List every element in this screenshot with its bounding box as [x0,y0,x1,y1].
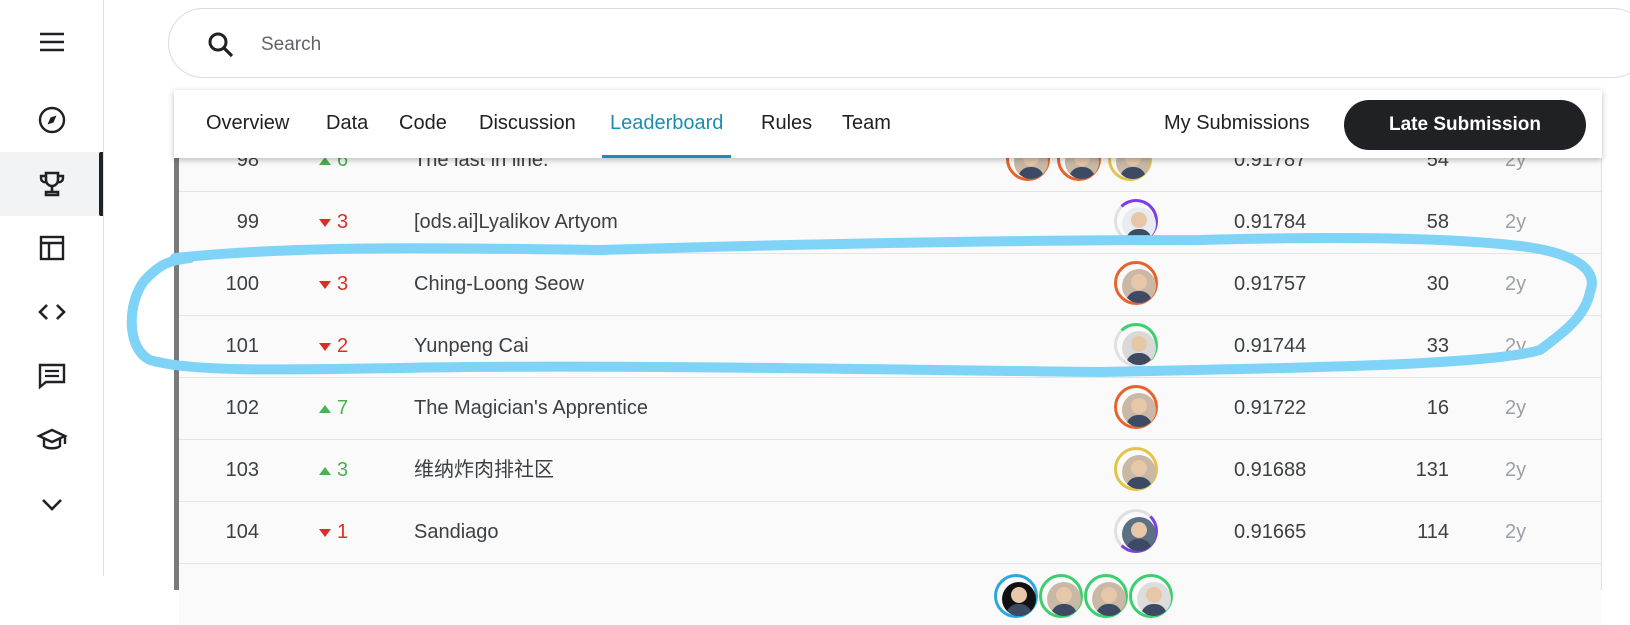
arrow-down-icon [319,218,331,227]
search-input[interactable] [259,27,863,63]
nav-more[interactable] [0,472,103,536]
nav-explore[interactable] [0,88,103,152]
table-row[interactable] [179,564,1601,625]
code-icon [37,304,66,320]
search-bar [168,8,1630,78]
competition-tabs: Overview Data Code Discussion Leaderboar… [174,90,1602,158]
last-submission: 2y [1505,211,1527,233]
rank-change: 1 [319,502,379,563]
arrow-up-icon [319,404,331,413]
tab-rules[interactable]: Rules [761,90,812,158]
arrow-down-icon [319,342,331,351]
rank: 104 [225,521,259,543]
entries: 33 [1426,335,1449,357]
table-icon [39,235,64,261]
last-submission: 2y [1505,459,1527,481]
avatar[interactable] [1114,509,1158,553]
my-submissions-link[interactable]: My Submissions [1164,90,1310,158]
entries: 58 [1426,211,1449,233]
score: 0.91744 [1234,335,1307,357]
tab-discussion[interactable]: Discussion [479,90,576,158]
table-row[interactable]: 101 2 Yunpeng Cai 0.91744 33 2y [179,316,1601,378]
nav-competitions[interactable] [0,152,103,216]
rank-change: 7 [319,378,379,439]
table-row[interactable]: 100 3 Ching-Loong Seow 0.91757 30 2y [179,254,1601,316]
table-row[interactable]: 104 1 Sandiago 0.91665 114 2y [179,502,1601,564]
tab-code[interactable]: Code [399,90,447,158]
search-icon [208,32,234,58]
trophy-icon [39,171,64,197]
team-name[interactable]: 维纳炸肉排社区 [414,440,1014,501]
rank-change: 2 [319,316,379,377]
avatar[interactable] [1114,323,1158,367]
entries: 16 [1426,397,1449,419]
graduation-cap-icon [35,428,68,450]
team-name[interactable]: Yunpeng Cai [414,316,1014,377]
comment-icon [38,363,65,390]
entries: 30 [1426,273,1449,295]
rank: 102 [225,397,259,419]
hamburger-menu-icon [39,32,64,52]
avatar[interactable] [994,574,1038,618]
avatar[interactable] [1114,447,1158,491]
rank: 100 [225,273,259,295]
team-name[interactable]: The Magician's Apprentice [414,378,1014,439]
arrow-down-icon [319,280,331,289]
team-name[interactable]: Sandiago [414,502,1014,563]
team-name[interactable]: [ods.ai]Lyalikov Artyom [414,192,1014,253]
tab-leaderboard[interactable]: Leaderboard [601,90,732,158]
rank-change: 3 [319,440,379,501]
leaderboard-table: 98 6 The last in line. 0.91787 54 2y 99 … [174,130,1602,625]
tab-overview[interactable]: Overview [206,90,289,158]
entries: 131 [1415,459,1449,481]
avatar[interactable] [1114,385,1158,429]
table-row[interactable]: 102 7 The Magician's Apprentice 0.91722 … [179,378,1601,440]
score: 0.91688 [1234,459,1307,481]
last-submission: 2y [1505,521,1527,543]
menu-button[interactable] [0,10,103,74]
entries: 114 [1417,521,1449,543]
score: 0.91784 [1234,211,1307,233]
avatar[interactable] [1114,261,1158,305]
rank: 103 [225,459,259,481]
score: 0.91665 [1234,521,1307,543]
rank-change: 3 [319,254,379,315]
nav-datasets[interactable] [0,216,103,280]
arrow-up-icon [319,466,331,475]
compass-icon [38,106,65,134]
last-submission: 2y [1505,335,1527,357]
chevron-down-icon [41,499,62,511]
rank: 101 [225,335,259,357]
last-submission: 2y [1505,397,1527,419]
tab-team[interactable]: Team [842,90,891,158]
score: 0.91722 [1234,397,1307,419]
avatar[interactable] [1129,574,1173,618]
nav-learn[interactable] [0,408,103,472]
avatar[interactable] [1114,199,1158,243]
table-row[interactable]: 103 3 维纳炸肉排社区 0.91688 131 2y [179,440,1601,502]
rank: 99 [236,211,259,233]
nav-discussion[interactable] [0,344,103,408]
nav-code[interactable] [0,280,103,344]
late-submission-button[interactable]: Late Submission [1344,100,1586,150]
left-nav-rail [0,0,104,576]
score: 0.91757 [1234,273,1307,295]
table-row[interactable]: 99 3 [ods.ai]Lyalikov Artyom 0.91784 58 … [179,192,1601,254]
team-name[interactable]: Ching-Loong Seow [414,254,1014,315]
arrow-down-icon [319,528,331,537]
avatar[interactable] [1039,574,1083,618]
avatar[interactable] [1084,574,1128,618]
rank-change: 3 [319,192,379,253]
last-submission: 2y [1505,273,1527,295]
tab-data[interactable]: Data [326,90,368,158]
